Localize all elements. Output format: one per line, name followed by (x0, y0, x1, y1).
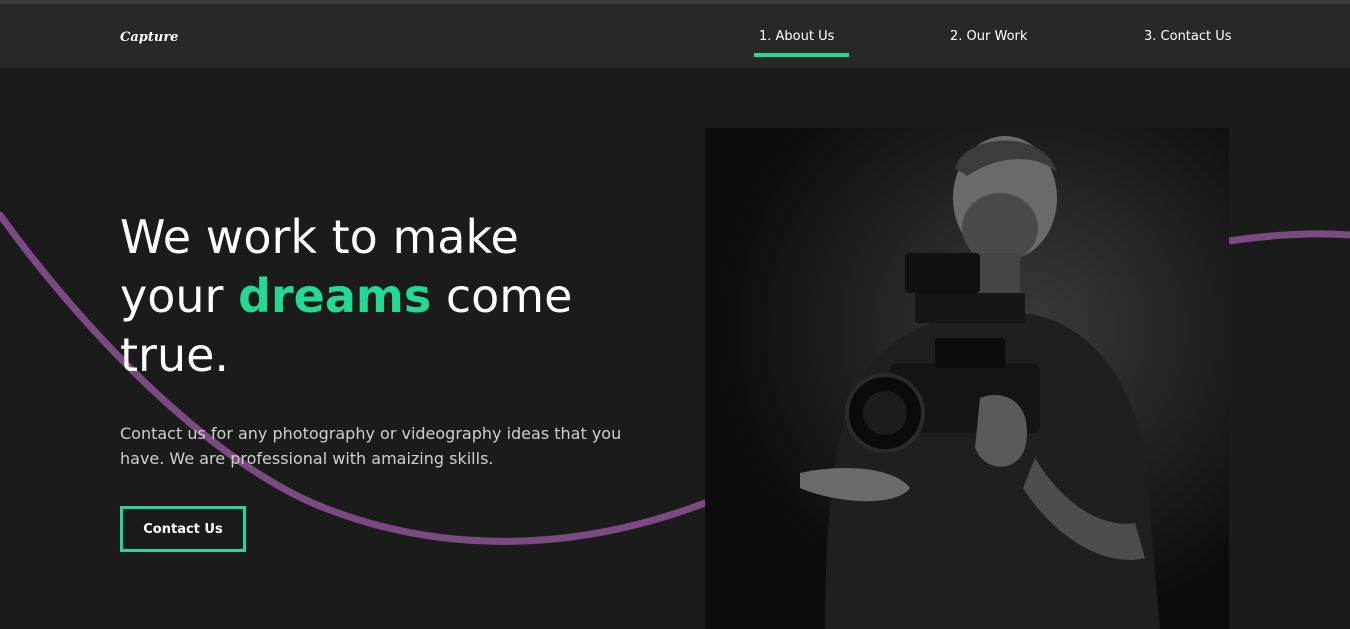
hero-title-line1: We work to make (120, 210, 519, 264)
brand-logo[interactable]: Capture (120, 30, 178, 45)
hero-title-line3: true. (120, 328, 230, 382)
hero-image (705, 128, 1229, 629)
nav-active-indicator (754, 53, 849, 57)
nav-item-contact-us[interactable]: 3. Contact Us (1144, 29, 1232, 44)
videographer-photo-icon (705, 128, 1229, 629)
hero-title: We work to make your dreams come true. (120, 208, 620, 385)
contact-us-button[interactable]: Contact Us (120, 506, 246, 552)
hero-title-pre: your (120, 269, 224, 323)
hero-description: Contact us for any photography or videog… (120, 424, 622, 468)
hero-title-post: come (445, 269, 573, 323)
nav-item-about-us[interactable]: 1. About Us (759, 29, 834, 44)
top-navbar: Capture 1. About Us 2. Our Work 3. Conta… (0, 4, 1350, 68)
hero-title-accent: dreams (238, 269, 432, 323)
nav-item-our-work[interactable]: 2. Our Work (950, 29, 1027, 44)
